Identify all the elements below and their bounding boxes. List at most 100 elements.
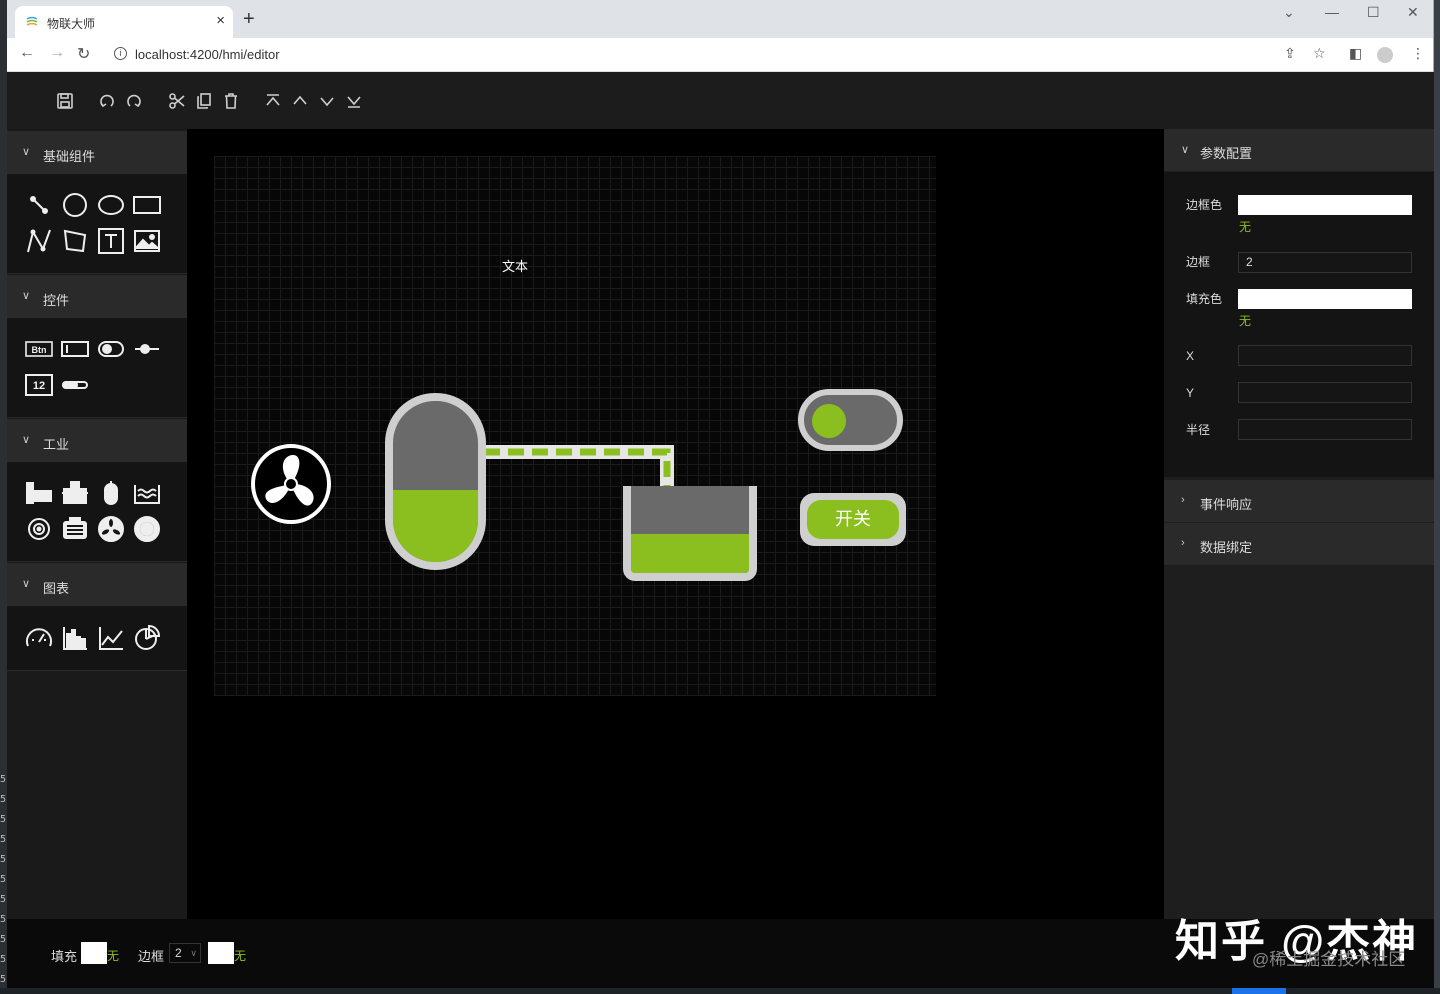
new-tab-button[interactable]: +: [243, 9, 255, 29]
bar-chart-icon[interactable]: [61, 624, 89, 652]
switch-button-label: 开关: [807, 500, 899, 539]
back-icon[interactable]: ←: [19, 44, 35, 62]
number-control-icon[interactable]: 12: [25, 371, 53, 399]
delete-icon[interactable]: [220, 90, 242, 112]
polygon-tool-icon[interactable]: [61, 227, 89, 255]
bookmark-star-icon[interactable]: ☆: [1313, 45, 1326, 62]
editor-toolbar: [7, 72, 1434, 129]
canvas-vessel[interactable]: [623, 486, 757, 581]
cut-icon[interactable]: [166, 90, 188, 112]
move-down-icon[interactable]: [316, 90, 338, 112]
canvas-switch-button[interactable]: 开关: [800, 493, 906, 546]
pipe-icon[interactable]: [25, 479, 53, 507]
line-tool-icon[interactable]: [25, 191, 53, 219]
canvas-toggle-switch[interactable]: [798, 389, 903, 451]
fill-color-swatch[interactable]: [1238, 289, 1412, 309]
svg-text:12: 12: [33, 380, 45, 392]
y-input[interactable]: [1238, 382, 1412, 403]
text-tool-icon[interactable]: [97, 227, 125, 255]
move-up-icon[interactable]: [289, 90, 311, 112]
fill-color-none[interactable]: 无: [1239, 312, 1251, 329]
section-basic[interactable]: ∨ 基础组件: [7, 131, 187, 174]
url-field[interactable]: localhost:4200/hmi/editor: [135, 47, 280, 62]
minimize-icon[interactable]: —: [1325, 4, 1339, 20]
ellipse-tool-icon[interactable]: [97, 191, 125, 219]
canvas-text-element[interactable]: 文本: [502, 256, 528, 275]
tab-search-icon[interactable]: ⌄: [1283, 4, 1295, 21]
editor-canvas-area[interactable]: 文本 开关: [187, 129, 1164, 919]
send-to-back-icon[interactable]: [343, 90, 365, 112]
save-icon[interactable]: [54, 90, 76, 112]
chevron-down-icon: ∨: [22, 434, 31, 446]
border-color-none[interactable]: 无: [1239, 218, 1251, 235]
fan-icon[interactable]: [97, 515, 125, 543]
share-icon[interactable]: ⇪: [1284, 45, 1296, 62]
property-panel: ∨ 参数配置 边框色 无 边框 2 填充色 无 X Y 半径 › 事件响应 › …: [1164, 129, 1434, 919]
polyline-tool-icon[interactable]: [25, 227, 53, 255]
window-close-icon[interactable]: ✕: [1407, 4, 1419, 21]
progress-control-icon[interactable]: [61, 371, 89, 399]
section-controls[interactable]: ∨ 控件: [7, 275, 187, 318]
circle-tool-icon[interactable]: [61, 191, 89, 219]
tank-vertical-icon[interactable]: [97, 479, 125, 507]
component-panel: ∨ 基础组件 ∨ 控件 Btn 12 ∨ 工业 ∨ 图表: [7, 129, 187, 919]
image-tool-icon[interactable]: [133, 227, 161, 255]
fill-none-bottom[interactable]: 无: [107, 947, 119, 964]
chevron-down-icon: ∨: [190, 948, 197, 958]
copy-icon[interactable]: [193, 90, 215, 112]
control-components: Btn 12: [7, 318, 187, 418]
undo-icon[interactable]: [96, 90, 118, 112]
input-control-icon[interactable]: [61, 335, 89, 363]
browser-window: 物联大师 × + ⌄ — ☐ ✕ ← → ↻ i localhost:4200/…: [7, 0, 1434, 988]
blower-icon[interactable]: [25, 515, 53, 543]
canvas-grid[interactable]: 文本 开关: [214, 156, 936, 696]
bring-to-front-icon[interactable]: [262, 90, 284, 112]
watermark-juejin: @稀土掘金技术社区: [1252, 950, 1406, 969]
svg-text:Btn: Btn: [32, 345, 47, 355]
tab-close-icon[interactable]: ×: [216, 12, 225, 29]
button-control-icon[interactable]: Btn: [25, 335, 53, 363]
toggle-control-icon[interactable]: [97, 335, 125, 363]
pool-icon[interactable]: [133, 479, 161, 507]
pump-icon[interactable]: [61, 479, 89, 507]
section-charts[interactable]: ∨ 图表: [7, 563, 187, 606]
border-width-select[interactable]: 2 ∨: [169, 943, 201, 963]
basic-components: [7, 174, 187, 274]
border-color-none-bottom[interactable]: 无: [234, 947, 246, 964]
valve-round-icon[interactable]: [133, 515, 161, 543]
maximize-icon[interactable]: ☐: [1367, 4, 1380, 21]
forward-icon[interactable]: →: [49, 44, 65, 62]
border-label-bottom: 边框: [138, 949, 165, 964]
tab-title: 物联大师: [47, 17, 96, 31]
reload-icon[interactable]: ↻: [77, 44, 90, 64]
motor-icon[interactable]: [61, 515, 89, 543]
chevron-down-icon: ∨: [22, 146, 31, 158]
canvas-fan[interactable]: [250, 443, 332, 525]
browser-tab[interactable]: 物联大师 ×: [15, 6, 233, 38]
canvas-tank[interactable]: [385, 393, 486, 570]
param-config-header[interactable]: ∨ 参数配置: [1164, 129, 1434, 171]
fill-color-swatch-bottom[interactable]: [81, 942, 107, 964]
border-color-swatch-bottom[interactable]: [208, 942, 234, 964]
data-binding-header[interactable]: › 数据绑定: [1164, 523, 1434, 565]
x-input[interactable]: [1238, 345, 1412, 366]
section-industrial[interactable]: ∨ 工业: [7, 419, 187, 462]
menu-kebab-icon[interactable]: ⋮: [1411, 45, 1425, 62]
border-width-input[interactable]: 2: [1238, 252, 1412, 273]
redo-icon[interactable]: [123, 90, 145, 112]
radius-input[interactable]: [1238, 419, 1412, 440]
gauge-icon[interactable]: [25, 624, 53, 652]
chevron-down-icon: ∨: [1181, 144, 1190, 156]
rectangle-tool-icon[interactable]: [133, 191, 161, 219]
fill-color-label: 填充色: [1186, 292, 1223, 306]
chevron-right-icon: ›: [1181, 494, 1185, 506]
event-response-header[interactable]: › 事件响应: [1164, 480, 1434, 522]
tank-liquid-fill: [393, 489, 478, 562]
slider-control-icon[interactable]: [133, 335, 161, 363]
profile-avatar[interactable]: [1377, 47, 1393, 63]
border-color-swatch[interactable]: [1238, 195, 1412, 215]
line-chart-icon[interactable]: [97, 624, 125, 652]
info-icon[interactable]: i: [114, 47, 127, 60]
sidebar-icon[interactable]: ◧: [1349, 45, 1362, 62]
pie-chart-icon[interactable]: [133, 624, 161, 652]
